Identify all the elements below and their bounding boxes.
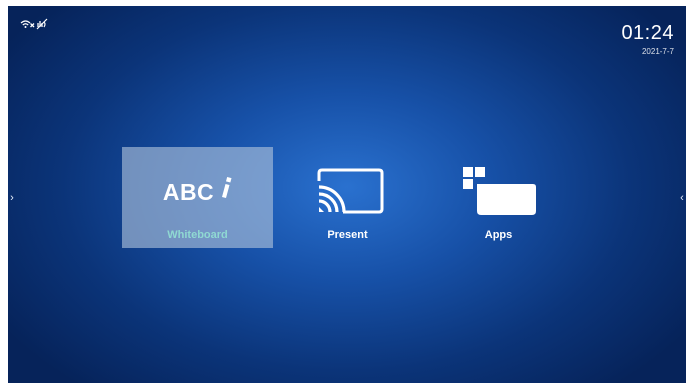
clock-time: 01:24 (621, 22, 674, 44)
home-screen: 01:24 2021-7-7 › ‹ ABC Whiteboard Presen… (8, 6, 686, 383)
network-off-icon (36, 18, 48, 30)
tile-whiteboard[interactable]: ABC Whiteboard (122, 147, 273, 248)
screen-cast-icon (272, 163, 423, 219)
wifi-off-icon (20, 19, 35, 29)
clock-date: 2021-7-7 (641, 47, 674, 56)
left-edge-arrow-icon[interactable]: › (8, 192, 16, 204)
tile-label: Apps (484, 229, 513, 241)
abc-whiteboard-icon: ABC (122, 163, 273, 219)
right-edge-arrow-icon[interactable]: ‹ (678, 192, 686, 204)
status-bar (20, 18, 48, 30)
clock: 01:24 2021-7-7 (621, 22, 674, 58)
tile-label: Present (327, 229, 368, 241)
tile-label: Whiteboard (167, 229, 228, 241)
whiteboard-logo-text: ABC (162, 179, 215, 205)
tile-apps[interactable]: Apps (423, 147, 574, 248)
tile-present[interactable]: Present (272, 147, 423, 248)
apps-icon (423, 163, 574, 219)
